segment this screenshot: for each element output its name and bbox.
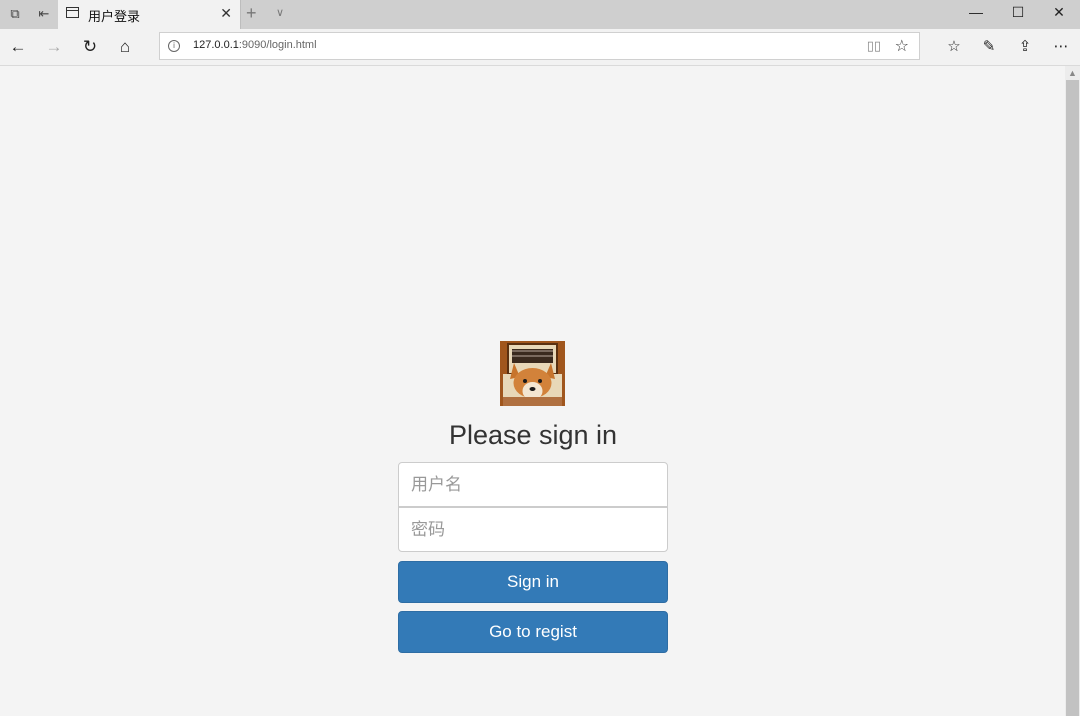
info-icon[interactable]: i: [168, 40, 180, 52]
tab-groups-icon[interactable]: ⧉: [7, 6, 23, 22]
tab-list-chevron-icon[interactable]: ∨: [276, 6, 284, 19]
tab-active[interactable]: 用户登录 ✕: [58, 0, 241, 29]
home-icon[interactable]: ⌂: [114, 37, 136, 57]
scroll-up-icon[interactable]: ▲: [1065, 66, 1080, 80]
minimize-icon[interactable]: —: [966, 4, 986, 20]
back-icon[interactable]: ←: [7, 37, 29, 57]
page-icon: [66, 7, 79, 18]
scroll-thumb[interactable]: [1066, 80, 1079, 716]
dog-avatar-image: [500, 341, 565, 406]
maximize-icon[interactable]: ☐: [1008, 4, 1028, 21]
set-aside-tabs-icon[interactable]: ⇤: [36, 6, 52, 22]
page-title: Please sign in: [448, 420, 618, 450]
sign-in-button[interactable]: Sign in: [398, 561, 668, 603]
more-icon[interactable]: ⋯: [1051, 37, 1071, 55]
password-input[interactable]: [398, 507, 668, 552]
url-path: :9090/login.html: [238, 39, 317, 51]
url-host: 127.0.0.1: [193, 39, 239, 51]
pen-icon[interactable]: ✎: [979, 37, 999, 55]
username-input[interactable]: [398, 462, 668, 507]
close-tab-icon[interactable]: ✕: [220, 5, 232, 22]
url-text[interactable]: 127.0.0.1:9090/login.html: [193, 39, 317, 51]
nav-bar: ← → ↻ ⌂ i 127.0.0.1:9090/login.html ▯▯ ☆…: [0, 29, 1080, 66]
reading-view-icon[interactable]: ▯▯: [867, 38, 881, 54]
favorites-list-icon[interactable]: ☆: [944, 37, 964, 55]
vertical-scrollbar[interactable]: ▲: [1065, 66, 1080, 716]
favorite-star-icon[interactable]: ☆: [895, 36, 909, 56]
tab-title: 用户登录: [88, 9, 141, 24]
new-tab-icon[interactable]: +: [246, 3, 257, 24]
go-to-regist-button[interactable]: Go to regist: [398, 611, 668, 653]
forward-icon[interactable]: →: [43, 37, 65, 57]
tab-strip: ⧉ ⇤ 用户登录 ✕ + ∨ — ☐ ✕: [0, 0, 1080, 29]
close-window-icon[interactable]: ✕: [1049, 4, 1069, 21]
refresh-icon[interactable]: ↻: [79, 37, 101, 57]
address-bar[interactable]: i 127.0.0.1:9090/login.html ▯▯ ☆: [159, 32, 920, 60]
share-icon[interactable]: ⇪: [1015, 37, 1035, 55]
